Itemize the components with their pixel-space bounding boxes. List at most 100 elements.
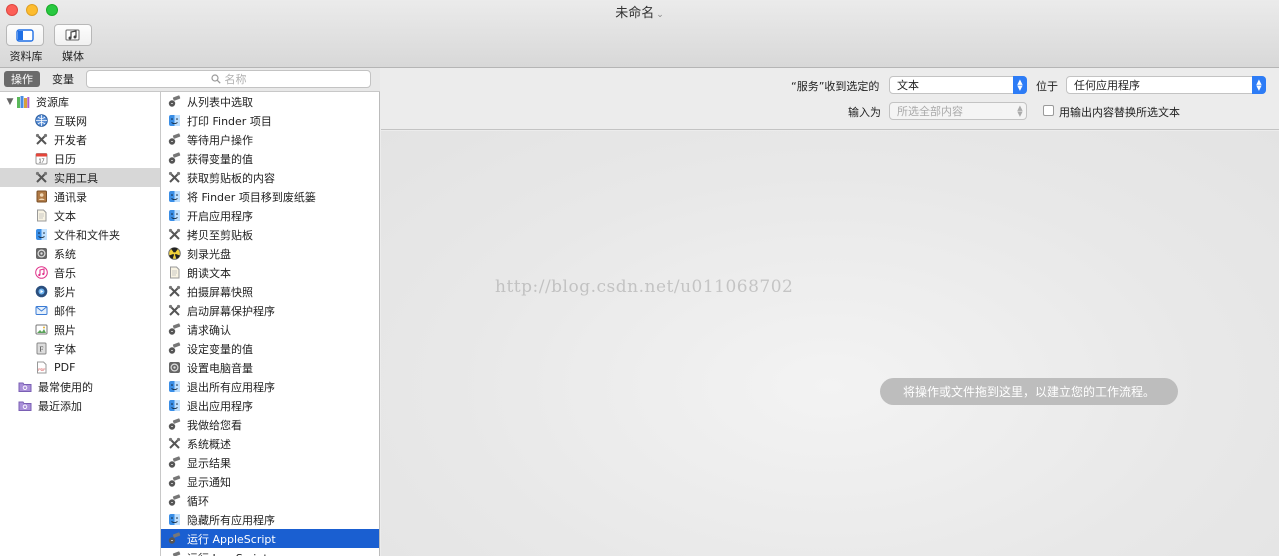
action-item[interactable]: 运行 JavaScript <box>161 548 379 556</box>
library-item[interactable]: 文本 <box>0 206 160 225</box>
library-item[interactable]: F 字体 <box>0 339 160 358</box>
library-item-label: 影片 <box>54 285 76 299</box>
action-item-label: 拷贝至剪贴板 <box>187 228 253 242</box>
action-item-label: 显示通知 <box>187 475 231 489</box>
service-input-type-select[interactable]: 文本 ▲ ▼ <box>889 76 1027 94</box>
replace-text-checkbox[interactable] <box>1043 105 1054 116</box>
action-item-label: 等待用户操作 <box>187 133 253 147</box>
finder-icon <box>167 399 181 413</box>
search-input[interactable]: 名称 <box>86 70 371 88</box>
actions-list: 从列表中选取 打印 Finder 项目等待用户操作获得变量的值获取剪贴板的内容将 … <box>161 92 380 556</box>
action-item[interactable]: 我做给您看 <box>161 415 379 434</box>
automator-icon <box>167 152 181 166</box>
action-item[interactable]: 拷贝至剪贴板 <box>161 225 379 244</box>
smart-group-label: 最常使用的 <box>38 380 93 394</box>
popup-arrows-icon: ▲ ▼ <box>1252 76 1266 94</box>
svg-text:F: F <box>39 346 43 354</box>
tools-icon <box>167 171 181 185</box>
tab-actions[interactable]: 操作 <box>4 71 40 87</box>
action-item[interactable]: 启动屏幕保护程序 <box>161 301 379 320</box>
action-item[interactable]: 退出应用程序 <box>161 396 379 415</box>
action-item-label: 开启应用程序 <box>187 209 253 223</box>
action-item-label: 设定变量的值 <box>187 342 253 356</box>
action-item[interactable]: 从列表中选取 <box>161 92 379 111</box>
library-item[interactable]: 影片 <box>0 282 160 301</box>
calendar-icon: 17 <box>34 152 48 166</box>
action-item[interactable]: 拍摄屏幕快照 <box>161 282 379 301</box>
action-item-label: 获取剪贴板的内容 <box>187 171 275 185</box>
search-placeholder: 名称 <box>224 73 247 86</box>
document-icon <box>167 266 181 280</box>
library-item[interactable]: 互联网 <box>0 111 160 130</box>
action-item-label: 朗读文本 <box>187 266 231 280</box>
action-item-label: 刻录光盘 <box>187 247 231 261</box>
action-item-label: 显示结果 <box>187 456 231 470</box>
action-item[interactable]: 将 Finder 项目移到废纸篓 <box>161 187 379 206</box>
popup-arrows-icon: ▲ ▼ <box>1013 76 1027 94</box>
action-item[interactable]: 获得变量的值 <box>161 149 379 168</box>
action-item-label: 循环 <box>187 494 209 508</box>
library-item[interactable]: 音乐 <box>0 263 160 282</box>
automator-icon <box>167 456 181 470</box>
watermark-text: http://blog.csdn.net/u011068702 <box>495 277 794 297</box>
action-item[interactable]: 获取剪贴板的内容 <box>161 168 379 187</box>
input-is-value: 所选全部内容 <box>897 105 963 118</box>
pdf-icon: PDF <box>34 361 48 375</box>
library-icon <box>16 95 30 109</box>
search-icon <box>210 74 221 84</box>
replace-text-label: 用输出内容替换所选文本 <box>1059 106 1180 119</box>
movie-icon <box>34 285 48 299</box>
library-item-label: 照片 <box>54 323 76 337</box>
document-icon <box>34 209 48 223</box>
action-item[interactable]: 设定变量的值 <box>161 339 379 358</box>
media-button[interactable] <box>54 24 92 46</box>
action-item[interactable]: 隐藏所有应用程序 <box>161 510 379 529</box>
library-item[interactable]: 开发者 <box>0 130 160 149</box>
library-item[interactable]: 照片 <box>0 320 160 339</box>
library-button[interactable] <box>6 24 44 46</box>
automator-icon <box>167 418 181 432</box>
tools-icon <box>167 304 181 318</box>
action-item-label: 退出所有应用程序 <box>187 380 275 394</box>
tools-icon <box>34 171 48 185</box>
service-application-value: 任何应用程序 <box>1074 79 1140 92</box>
action-item-label: 请求确认 <box>187 323 231 337</box>
window-title[interactable]: 未命名 ⌄ <box>0 2 1279 21</box>
service-receives-label: “服务”收到选定的 <box>791 80 880 93</box>
action-item[interactable]: 开启应用程序 <box>161 206 379 225</box>
smart-group-item[interactable]: 最常使用的 <box>0 377 160 396</box>
action-item[interactable]: 显示结果 <box>161 453 379 472</box>
library-item[interactable]: 通讯录 <box>0 187 160 206</box>
action-item[interactable]: 请求确认 <box>161 320 379 339</box>
action-item[interactable]: 循环 <box>161 491 379 510</box>
action-item[interactable]: 设置电脑音量 <box>161 358 379 377</box>
smart-group-item[interactable]: 最近添加 <box>0 396 160 415</box>
library-item[interactable]: 实用工具 <box>0 168 160 187</box>
workflow-canvas[interactable]: http://blog.csdn.net/u011068702 将操作或文件拖到… <box>381 131 1279 556</box>
automator-icon <box>167 494 181 508</box>
library-root[interactable]: ▼ 资源库 <box>0 92 160 111</box>
smart-folder-icon <box>18 380 32 394</box>
smart-group-label: 最近添加 <box>38 399 82 413</box>
action-item-label: 退出应用程序 <box>187 399 253 413</box>
action-item[interactable]: 系统概述 <box>161 434 379 453</box>
tab-variables[interactable]: 变量 <box>46 71 80 87</box>
library-item-label: PDF <box>54 361 76 374</box>
library-item[interactable]: PDF PDF <box>0 358 160 377</box>
library-item[interactable]: 邮件 <box>0 301 160 320</box>
action-item[interactable]: 等待用户操作 <box>161 130 379 149</box>
library-item[interactable]: 17 日历 <box>0 149 160 168</box>
action-item[interactable]: 打印 Finder 项目 <box>161 111 379 130</box>
action-item[interactable]: 退出所有应用程序 <box>161 377 379 396</box>
disclosure-triangle-icon[interactable]: ▼ <box>4 97 16 107</box>
action-item[interactable]: 显示通知 <box>161 472 379 491</box>
automator-icon <box>167 475 181 489</box>
library-item[interactable]: 系统 <box>0 244 160 263</box>
input-is-select[interactable]: 所选全部内容 ▲ ▼ <box>889 102 1027 120</box>
action-item-label: 设置电脑音量 <box>187 361 253 375</box>
action-item[interactable]: 运行 AppleScript <box>161 529 379 548</box>
library-item[interactable]: 文件和文件夹 <box>0 225 160 244</box>
action-item[interactable]: 刻录光盘 <box>161 244 379 263</box>
action-item[interactable]: 朗读文本 <box>161 263 379 282</box>
service-application-select[interactable]: 任何应用程序 ▲ ▼ <box>1066 76 1266 94</box>
